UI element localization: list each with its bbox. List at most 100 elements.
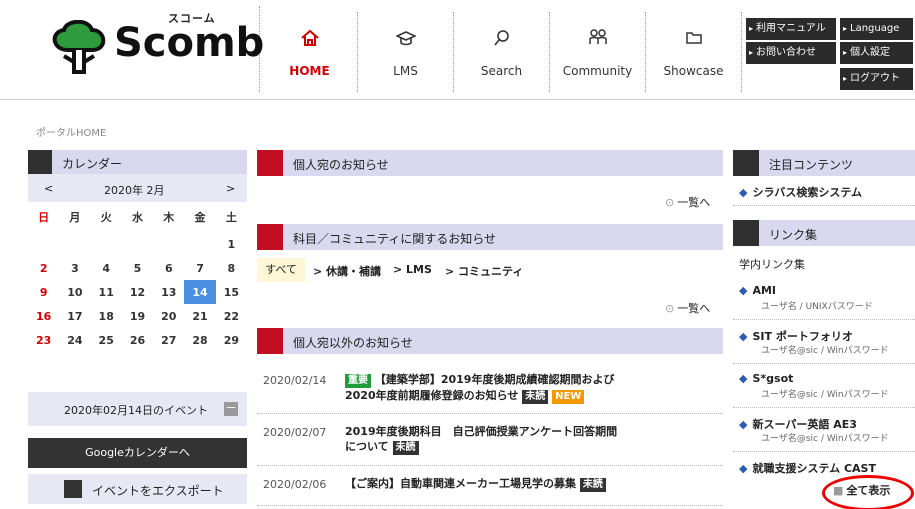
nav-lms[interactable]: LMS [358,12,454,92]
nav-showcase-label: Showcase [663,64,724,78]
calendar-day[interactable] [59,232,90,256]
calendar-day[interactable]: 7 [184,256,215,280]
personal-notices-more-link[interactable]: 一覧へ [665,194,710,210]
tree-logo-icon [52,20,106,74]
calendar-day[interactable] [28,232,59,256]
notice-row[interactable]: 2020/02/07 2019年度後期科目 自己評価授業アンケート回答期間 につ… [257,416,723,466]
export-events-button[interactable]: イベントをエクスポート [28,474,247,504]
calendar-day[interactable]: 3 [59,256,90,280]
calendar-day[interactable]: 28 [184,328,215,352]
links-section-title: 学内リンク集 [739,258,805,271]
link-item[interactable]: AMI ユーザ名 / UNIXパスワード [733,278,915,320]
link-label[interactable]: SIT ポートフォリオ [739,328,852,344]
link-item[interactable]: S*gsot ユーザ名@sic / Winパスワード [733,366,915,408]
arrow-up-icon [733,150,759,176]
calendar-day[interactable]: 25 [91,328,122,352]
weekday-tue: 火 [100,211,112,224]
important-badge: 重要 [345,374,371,388]
calendar-day[interactable]: 10 [59,280,90,304]
calendar-day[interactable]: 26 [122,328,153,352]
logout-button[interactable]: ログアウト [840,68,913,90]
calendar-day[interactable] [153,232,184,256]
manual-button[interactable]: 利用マニュアル [746,18,836,40]
weekday-sun: 日 [38,211,50,224]
notice-row[interactable]: 2020/02/06 【ご案内】自動車関連メーカー工場見学の募集 未読 [257,468,723,506]
filter-all-tab[interactable]: すべて [257,258,305,282]
calendar-day[interactable]: 27 [153,328,184,352]
notice-title[interactable]: 2019年度後期科目 自己評価授業アンケート回答期間 について 未読 [345,424,715,455]
calendar-day[interactable]: 22 [216,304,247,328]
calendar-day[interactable] [122,232,153,256]
month-label: 2020年 2月 [104,184,165,197]
calendar-day[interactable]: 8 [216,256,247,280]
links-header: リンク集 [733,220,915,246]
course-notices-header: 科目／コミュニティに関するお知らせ [257,224,723,250]
calendar-day[interactable]: 2 [28,256,59,280]
calendar-day[interactable]: 4 [91,256,122,280]
calendar-day[interactable]: 24 [59,328,90,352]
contact-button[interactable]: お問い合わせ [746,42,836,64]
calendar-day[interactable]: 5 [122,256,153,280]
link-label[interactable]: AMI [739,284,776,297]
calendar-day[interactable]: 20 [153,304,184,328]
home-icon [300,29,319,46]
link-item[interactable]: 新スーパー英語 AE3 ユーザ名@sic / Winパスワード [733,410,915,452]
filter-community-tab[interactable]: > コミュニティ [445,263,523,279]
calendar-day[interactable]: 11 [91,280,122,304]
notice-title[interactable]: 重要 【建築学部】2019年度後期成績確認期間および 2020年度前期履修登録の… [345,372,715,404]
nav-community[interactable]: Community [550,12,646,92]
link-icon [733,220,759,246]
featured-link[interactable]: シラバス検索システム [739,184,862,200]
calendar-day[interactable]: 1 [216,232,247,256]
filter-lms-tab[interactable]: > LMS [393,263,432,276]
calendar-day[interactable] [91,232,122,256]
logo-wordmark: Scomb [114,20,265,66]
calendar-day[interactable] [184,232,215,256]
link-label[interactable]: 新スーパー英語 AE3 [739,416,856,432]
utility-menu: 利用マニュアル Language お問い合わせ 個人設定 ログアウト [742,0,915,100]
calendar-day[interactable]: 15 [216,280,247,304]
calendar-day[interactable]: 19 [122,304,153,328]
links-title: リンク集 [769,228,818,242]
events-title: 2020年02月14日のイベント [64,404,208,417]
nav-search[interactable]: Search [454,12,550,92]
featured-item[interactable]: シラバス検索システム [733,178,915,206]
calendar-day[interactable]: 23 [28,328,59,352]
nav-lms-label: LMS [393,64,418,78]
nav-home[interactable]: HOME [262,12,358,92]
breadcrumb[interactable]: ポータルHOME [36,124,106,139]
notice-title[interactable]: 【ご案内】自動車関連メーカー工場見学の募集 未読 [345,476,715,492]
highlight-circle [822,475,914,509]
calendar-day[interactable]: 12 [122,280,153,304]
link-label[interactable]: S*gsot [739,372,793,385]
link-sub: ユーザ名@sic / Winパスワード [761,390,889,400]
link-label[interactable]: 就職支援システム CAST [739,460,876,476]
collapse-events-button[interactable]: － [224,402,238,416]
calendar-day[interactable]: 29 [216,328,247,352]
calendar-day[interactable]: 18 [91,304,122,328]
pen-icon [257,224,283,250]
link-item[interactable]: SIT ポートフォリオ ユーザ名@sic / Winパスワード [733,322,915,364]
calendar-day[interactable]: 13 [153,280,184,304]
google-calendar-button[interactable]: Googleカレンダーへ [28,438,247,468]
scomb-logo[interactable]: スコーム Scomb [8,6,264,92]
link-item[interactable]: 就職支援システム CAST [733,454,915,478]
global-nav: HOME LMS Search Community Showcase [262,12,742,92]
calendar-day-today[interactable]: 14 [184,280,216,304]
calendar-day[interactable]: 21 [184,304,215,328]
calendar-header: カレンダー [28,150,247,174]
personal-notices-title: 個人宛のお知らせ [293,158,389,172]
calendar-day[interactable]: 17 [59,304,90,328]
prev-month-button[interactable]: < [44,182,53,195]
calendar-day[interactable]: 6 [153,256,184,280]
calendar-day[interactable]: 9 [28,280,59,304]
notice-row[interactable]: 2020/02/14 重要 【建築学部】2019年度後期成績確認期間および 20… [257,364,723,414]
nav-showcase[interactable]: Showcase [646,12,742,92]
notice-date: 2020/02/07 [263,426,327,439]
settings-button[interactable]: 個人設定 [840,42,913,64]
next-month-button[interactable]: > [226,182,235,195]
language-button[interactable]: Language [840,18,913,40]
course-notices-more-link[interactable]: 一覧へ [665,300,710,316]
calendar-day[interactable]: 16 [28,304,59,328]
filter-cancel-tab[interactable]: > 休講・補講 [313,263,381,279]
